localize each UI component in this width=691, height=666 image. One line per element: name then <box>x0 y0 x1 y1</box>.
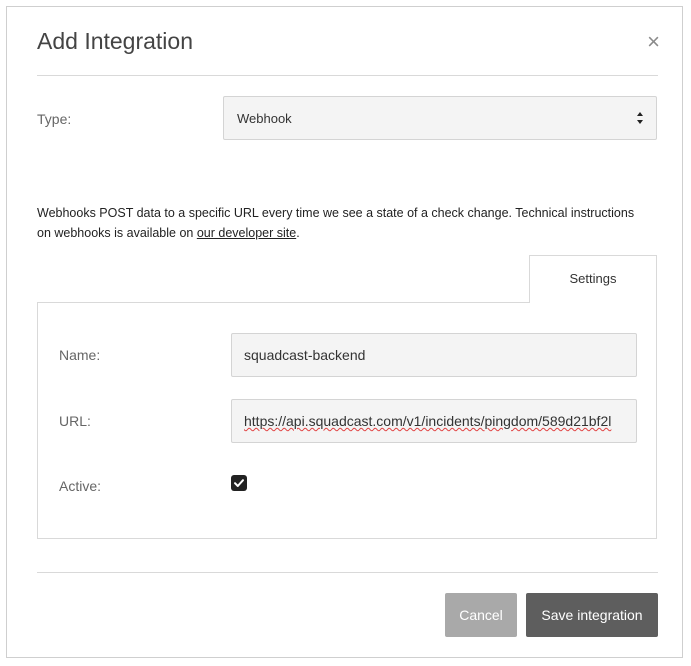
name-field-value: squadcast-backend <box>244 347 366 363</box>
active-checkbox[interactable] <box>231 475 247 491</box>
description-text-end: . <box>296 226 300 240</box>
description-text: Webhooks POST data to a specific URL eve… <box>37 206 635 240</box>
name-field[interactable]: squadcast-backend <box>231 333 637 377</box>
url-label: URL: <box>59 413 91 429</box>
save-integration-button[interactable]: Save integration <box>526 593 658 637</box>
header-divider <box>37 75 658 76</box>
settings-panel: Name: squadcast-backend URL: https://api… <box>37 302 657 539</box>
type-select-value: Webhook <box>237 111 292 126</box>
close-icon[interactable]: × <box>647 31 660 53</box>
webhook-description: Webhooks POST data to a specific URL eve… <box>37 203 637 243</box>
type-select[interactable]: Webhook <box>223 96 657 140</box>
dialog-title: Add Integration <box>37 28 194 54</box>
checkmark-icon <box>234 479 244 487</box>
url-field-value: https://api.squadcast.com/v1/incidents/p… <box>244 413 612 429</box>
select-arrows-icon <box>637 112 643 124</box>
add-integration-dialog: Add Integration × Type: Webhook Webhooks… <box>6 6 683 658</box>
tab-settings[interactable]: Settings <box>529 255 657 303</box>
footer-divider <box>37 572 658 573</box>
cancel-button[interactable]: Cancel <box>445 593 517 637</box>
type-label: Type: <box>37 111 72 127</box>
tab-settings-label: Settings <box>569 271 617 286</box>
active-label: Active: <box>59 478 102 494</box>
url-field[interactable]: https://api.squadcast.com/v1/incidents/p… <box>231 399 637 443</box>
developer-site-link[interactable]: our developer site <box>197 226 296 240</box>
name-label: Name: <box>59 347 101 363</box>
